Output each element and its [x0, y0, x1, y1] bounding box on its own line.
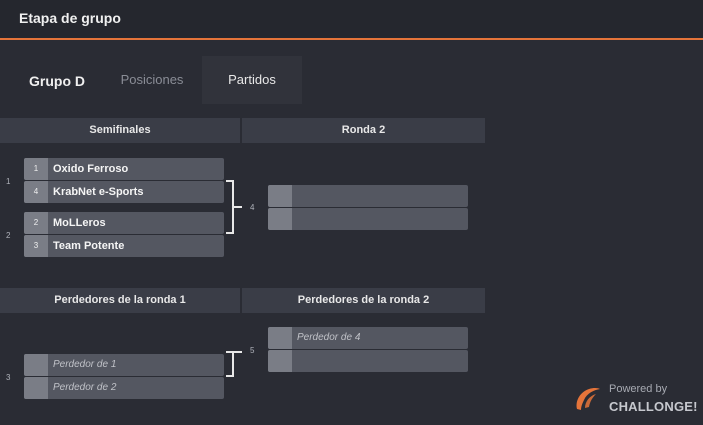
team-placeholder: Perdedor de 1: [53, 359, 117, 370]
round-header-losers-round-1: Perdedores de la ronda 1: [0, 288, 240, 313]
match-number: 5: [250, 346, 255, 355]
match-2[interactable]: 2 MoLLeros 3 Team Potente: [24, 212, 224, 258]
match-slot[interactable]: [268, 208, 468, 230]
powered-by-label: Powered by: [609, 383, 668, 395]
team-placeholder: Perdedor de 4: [297, 332, 361, 343]
match-slot[interactable]: Perdedor de 1: [24, 354, 224, 376]
team-name: MoLLeros: [53, 217, 106, 229]
seed-badge: 4: [24, 181, 48, 203]
tab-matches[interactable]: Partidos: [202, 56, 302, 104]
match-slot[interactable]: [268, 350, 468, 372]
team-name: KrabNet e-Sports: [53, 186, 144, 198]
match-slot[interactable]: [268, 185, 468, 207]
match-number: 4: [250, 203, 255, 212]
match-slot[interactable]: Perdedor de 4: [268, 327, 468, 349]
seed-badge: [268, 350, 292, 372]
seed-badge: [268, 208, 292, 230]
match-number: 1: [6, 177, 11, 186]
match-4[interactable]: [268, 185, 468, 231]
page-title: Etapa de grupo: [19, 10, 121, 26]
tab-positions[interactable]: Posiciones: [106, 56, 198, 104]
page-header: Etapa de grupo: [0, 0, 703, 40]
round-header-semifinals: Semifinales: [0, 118, 240, 143]
seed-badge: 1: [24, 158, 48, 180]
bracket-connector: [226, 180, 234, 234]
seed-badge: 3: [24, 235, 48, 257]
match-3[interactable]: Perdedor de 1 Perdedor de 2: [24, 354, 224, 400]
seed-badge: [268, 327, 292, 349]
challonge-logo-icon: [576, 388, 600, 410]
match-slot[interactable]: 2 MoLLeros: [24, 212, 224, 234]
bracket-connector-line: [234, 351, 242, 353]
team-placeholder: Perdedor de 2: [53, 382, 117, 393]
seed-badge: [24, 377, 48, 399]
group-tabbar: Grupo D Posiciones Partidos: [0, 56, 703, 104]
seed-badge: [24, 354, 48, 376]
match-5[interactable]: Perdedor de 4: [268, 327, 468, 373]
powered-by-challonge[interactable]: Powered by CHALLONGE!: [572, 381, 697, 417]
match-number: 3: [6, 373, 11, 382]
bracket-connector: [226, 351, 234, 377]
match-slot[interactable]: 3 Team Potente: [24, 235, 224, 257]
group-name: Grupo D: [29, 73, 85, 89]
bracket-connector-line: [234, 206, 242, 208]
match-1[interactable]: 1 Oxido Ferroso 4 KrabNet e-Sports: [24, 158, 224, 204]
brand-name: CHALLONGE!: [609, 399, 698, 414]
match-slot[interactable]: Perdedor de 2: [24, 377, 224, 399]
seed-badge: 2: [24, 212, 48, 234]
team-name: Oxido Ferroso: [53, 163, 129, 175]
match-slot[interactable]: 1 Oxido Ferroso: [24, 158, 224, 180]
match-number: 2: [6, 231, 11, 240]
round-header-round-2: Ronda 2: [242, 118, 485, 143]
round-header-losers-round-2: Perdedores de la ronda 2: [242, 288, 485, 313]
seed-badge: [268, 185, 292, 207]
match-slot[interactable]: 4 KrabNet e-Sports: [24, 181, 224, 203]
team-name: Team Potente: [53, 240, 125, 252]
